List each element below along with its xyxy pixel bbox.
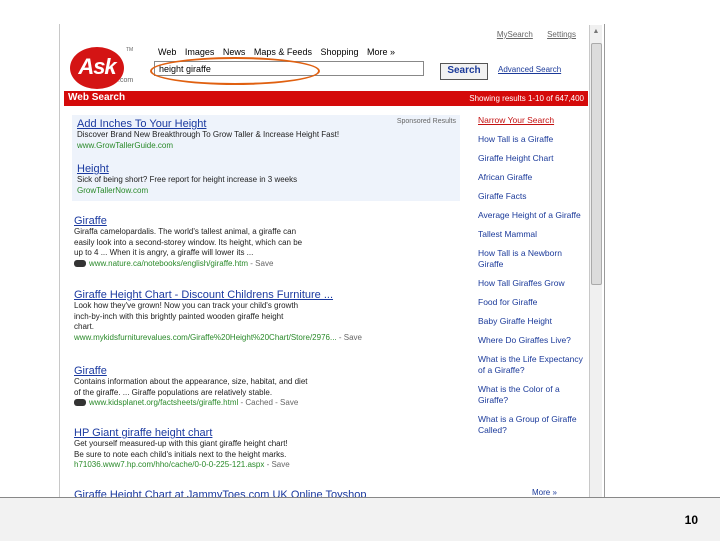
tab-images[interactable]: Images (185, 47, 215, 57)
results-count: Showing results 1-10 of 647,400 (469, 94, 584, 103)
sponsored-url[interactable]: www.GrowTallerGuide.com (77, 141, 339, 152)
tab-more[interactable]: More » (367, 47, 395, 57)
sidebar-item[interactable]: Where Do Giraffes Live? (478, 335, 586, 346)
result-title[interactable]: Giraffe Height Chart - Discount Children… (74, 289, 464, 301)
result-desc-line: Be sure to note each child's initials ne… (74, 449, 287, 459)
top-links: MySearch Settings (485, 30, 576, 39)
advanced-search-link[interactable]: Advanced Search (498, 65, 561, 74)
narrow-search-sidebar: Narrow Your Search How Tall is a Giraffe… (478, 115, 586, 444)
result-actions[interactable]: - Save (337, 333, 362, 342)
sidebar-item[interactable]: How Tall Giraffes Grow (478, 278, 586, 289)
logo-trademark: TM (126, 47, 134, 53)
result-url[interactable]: www.mykidsfurniturevalues.com/Giraffe%20… (74, 333, 337, 342)
result-actions[interactable]: - Cached - Save (238, 398, 298, 407)
tab-shopping[interactable]: Shopping (320, 47, 358, 57)
mysearch-link[interactable]: MySearch (497, 30, 533, 39)
sidebar-more-link[interactable]: More » (532, 488, 557, 497)
result-actions[interactable]: - Save (264, 460, 290, 469)
result-desc-line: of the giraffe. ... Giraffe populations … (74, 387, 273, 397)
sidebar-item[interactable]: What is a Group of Giraffe Called? (478, 414, 586, 436)
vertical-scrollbar[interactable]: ▲ (589, 25, 602, 505)
result-desc-line: up to 4 ... When it is angry, a giraffe … (74, 248, 254, 257)
tab-news[interactable]: News (223, 47, 246, 57)
sponsored-desc: Discover Brand New Breakthrough To Grow … (77, 130, 340, 139)
logo-suffix: .com (118, 77, 134, 84)
tab-maps-feeds[interactable]: Maps & Feeds (254, 47, 312, 57)
sidebar-item[interactable]: Giraffe Facts (478, 191, 586, 202)
binoculars-icon[interactable] (74, 399, 86, 407)
web-search-title: Web Search (68, 92, 126, 103)
sidebar-item[interactable]: Food for Giraffe (478, 297, 586, 308)
scroll-thumb[interactable] (591, 43, 602, 285)
binoculars-icon[interactable] (74, 259, 86, 267)
sponsored-title[interactable]: Height (77, 163, 297, 175)
slide-number: 10 (684, 513, 698, 527)
result-desc-line: Get yourself measured-up with this giant… (74, 439, 288, 448)
settings-link[interactable]: Settings (547, 30, 576, 39)
slide-footer: 10 (0, 497, 720, 541)
ask-logo[interactable]: Ask (70, 47, 124, 89)
browser-screenshot: MySearch Settings Ask TM .com Web Images… (60, 25, 602, 505)
sponsored-desc: Sick of being short? Free report for hei… (77, 175, 298, 184)
sidebar-item[interactable]: Average Height of a Giraffe (478, 210, 586, 221)
result-item: Giraffe Giraffa camelopardalis. The worl… (74, 215, 464, 269)
sidebar-item[interactable]: Tallest Mammal (478, 229, 586, 240)
result-item: Giraffe Height Chart - Discount Children… (74, 289, 464, 343)
result-title[interactable]: Giraffe (74, 215, 464, 227)
tab-web[interactable]: Web (158, 47, 176, 57)
result-item: HP Giant giraffe height chart Get yourse… (74, 427, 464, 471)
sidebar-item[interactable]: What is the Life Expectancy of a Giraffe… (478, 354, 586, 376)
sidebar-item[interactable]: African Giraffe (478, 172, 586, 183)
result-desc-line: easily look into a second-storey window.… (74, 237, 303, 247)
search-tabs: Web Images News Maps & Feeds Shopping Mo… (158, 47, 401, 57)
sidebar-item[interactable]: Baby Giraffe Height (478, 316, 586, 327)
result-url[interactable]: www.nature.ca/notebooks/english/giraffe.… (89, 259, 248, 268)
result-desc-line: Giraffa camelopardalis. The world's tall… (74, 227, 297, 236)
result-actions[interactable]: - Save (248, 259, 273, 268)
sponsored-url[interactable]: GrowTallerNow.com (77, 186, 297, 197)
results-header-bar: Web Search Showing results 1-10 of 647,4… (64, 91, 588, 106)
sponsored-results: Sponsored Results Add Inches To Your Hei… (72, 115, 460, 201)
result-url[interactable]: www.kidsplanet.org/factsheets/giraffe.ht… (89, 398, 238, 407)
sidebar-item[interactable]: How Tall is a Giraffe (478, 134, 586, 145)
result-title[interactable]: Giraffe (74, 365, 464, 377)
result-desc-line: inch-by-inch with this brightly painted … (74, 311, 284, 321)
result-title[interactable]: HP Giant giraffe height chart (74, 427, 464, 439)
sidebar-item[interactable]: What is the Color of a Giraffe? (478, 384, 586, 406)
sidebar-item[interactable]: How Tall is a Newborn Giraffe (478, 248, 586, 270)
scroll-up-icon[interactable]: ▲ (591, 27, 601, 37)
result-desc-line: Look how they've grown! Now you can trac… (74, 301, 299, 310)
search-button[interactable]: Search (440, 63, 488, 80)
result-desc-line: Contains information about the appearanc… (74, 377, 308, 386)
highlight-oval (150, 57, 320, 85)
sponsored-label: Sponsored Results (396, 118, 456, 125)
sidebar-heading[interactable]: Narrow Your Search (478, 115, 586, 126)
sponsored-item: Add Inches To Your Height Discover Brand… (77, 118, 339, 151)
sponsored-item: Height Sick of being short? Free report … (77, 163, 297, 196)
sponsored-title[interactable]: Add Inches To Your Height (77, 118, 339, 130)
result-desc-line: chart. (74, 322, 95, 331)
result-url[interactable]: h71036.www7.hp.com/hho/cache/0-0-0-225-1… (74, 460, 264, 469)
sidebar-item[interactable]: Giraffe Height Chart (478, 153, 586, 164)
result-item: Giraffe Contains information about the a… (74, 365, 464, 409)
